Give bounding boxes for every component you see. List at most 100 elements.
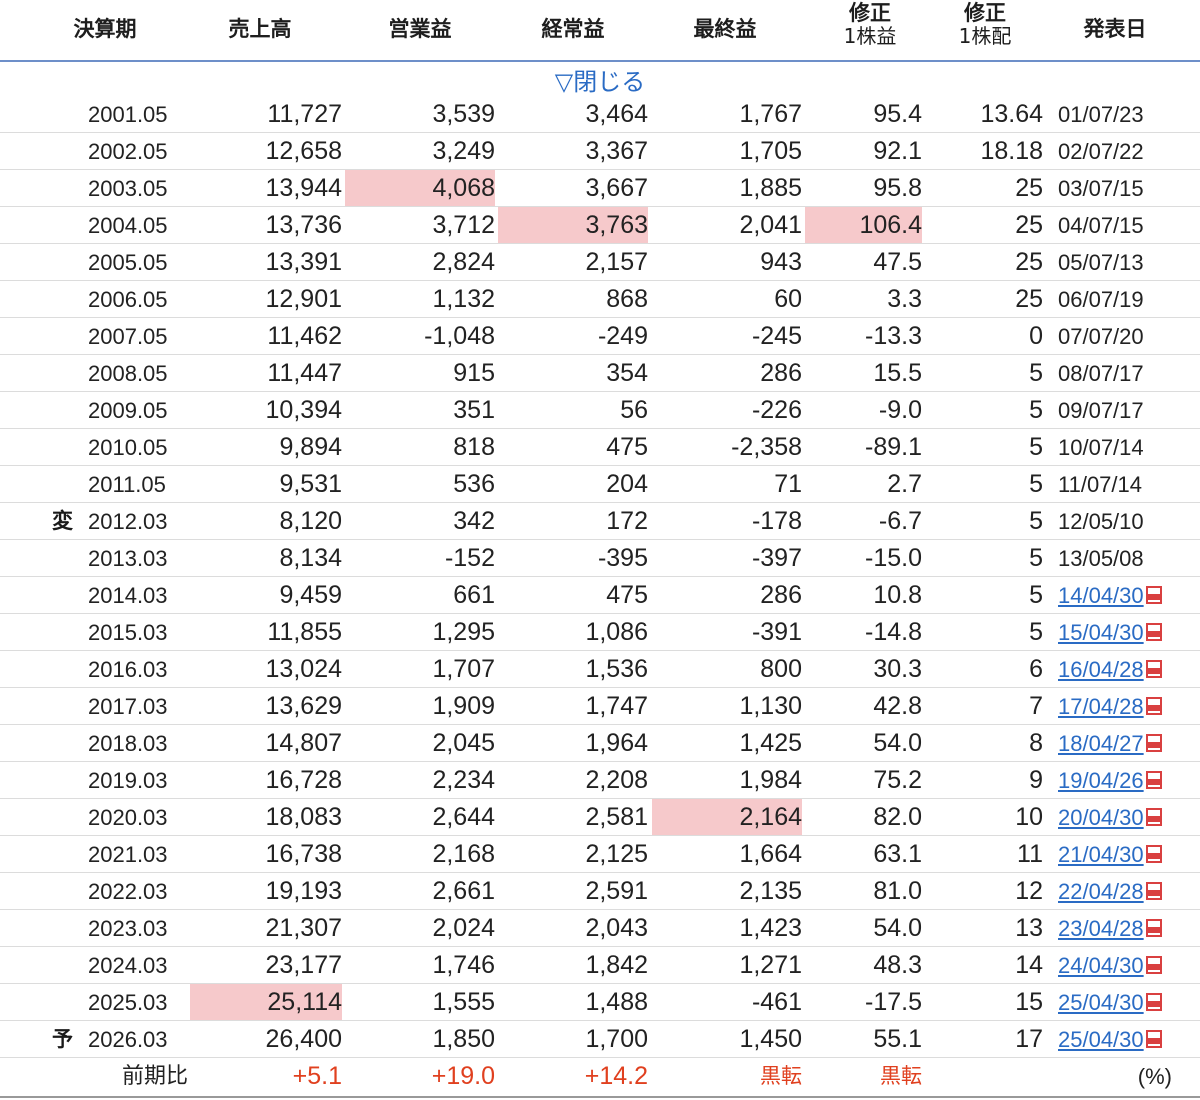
announcement-link[interactable]: 25/04/30 [1058, 1027, 1144, 1052]
pdf-icon[interactable] [1143, 881, 1164, 902]
pdf-icon[interactable] [1143, 807, 1164, 828]
operating-cell: -152 [444, 544, 495, 572]
header-period: 決算期 [73, 16, 137, 41]
date-cell[interactable]: 17/04/28 [1058, 688, 1198, 725]
table-row: 2008.05 11,447 915 354 286 15.5 5 08/07/17 [0, 355, 1200, 392]
date-cell[interactable]: 20/04/30 [1058, 799, 1198, 836]
sales-cell: 13,736 [265, 211, 342, 239]
announcement-link[interactable]: 15/04/30 [1058, 620, 1144, 645]
announcement-link[interactable]: 17/04/28 [1058, 694, 1144, 719]
pdf-icon[interactable] [1143, 733, 1164, 754]
period-cell: 2006.05 [88, 287, 168, 312]
announcement-link[interactable]: 25/04/30 [1058, 990, 1144, 1015]
announcement-link[interactable]: 23/04/28 [1058, 916, 1144, 941]
date-cell[interactable]: 18/04/27 [1058, 725, 1198, 762]
announcement-link[interactable]: 19/04/26 [1058, 768, 1144, 793]
period-cell: 2019.03 [88, 768, 168, 793]
announcement-link[interactable]: 22/04/28 [1058, 879, 1144, 904]
date-cell[interactable]: 15/04/30 [1058, 614, 1198, 651]
operating-cell: 3,712 [432, 211, 495, 239]
announcement-link[interactable]: 24/04/30 [1058, 953, 1144, 978]
announcement-date: 13/05/08 [1058, 546, 1144, 571]
operating-cell: 1,746 [432, 951, 495, 979]
sales-cell: 9,459 [279, 581, 342, 609]
pdf-icon[interactable] [1143, 622, 1164, 643]
table-row: 2007.05 11,462 -1,048 -249 -245 -13.3 0 07/07/2… [0, 318, 1200, 355]
period-cell: 2008.05 [88, 361, 168, 386]
date-cell[interactable]: 22/04/28 [1058, 873, 1198, 910]
operating-cell: 3,249 [432, 137, 495, 165]
div-cell: 12 [1015, 877, 1043, 905]
period-cell: 2024.03 [88, 953, 168, 978]
operating-cell: 661 [453, 581, 495, 609]
announcement-date: 09/07/17 [1058, 398, 1144, 423]
announcement-link[interactable]: 20/04/30 [1058, 805, 1144, 830]
operating-cell: 342 [453, 507, 495, 535]
operating-cell: 351 [453, 396, 495, 424]
pdf-icon[interactable] [1143, 844, 1164, 865]
sales-cell: 21,307 [265, 914, 342, 942]
sales-cell: 9,894 [279, 433, 342, 461]
announcement-date: 10/07/14 [1058, 435, 1144, 460]
period-cell: 2023.03 [88, 916, 168, 941]
pdf-icon[interactable] [1143, 659, 1164, 680]
date-cell[interactable]: 25/04/30 [1058, 984, 1198, 1021]
pdf-icon[interactable] [1143, 992, 1164, 1013]
table-row: 2025.03 25,114 1,555 1,488 -461 -17.5 15 25/04/… [0, 984, 1200, 1021]
div-cell: 10 [1015, 803, 1043, 831]
ordinary-cell: 2,157 [585, 248, 648, 276]
table-row: 2021.03 16,738 2,168 2,125 1,664 63.1 11 21/04/… [0, 836, 1200, 873]
header-sales: 売上高 [228, 16, 292, 41]
date-cell[interactable]: 25/04/30 [1058, 1021, 1198, 1058]
date-cell[interactable]: 21/04/30 [1058, 836, 1198, 873]
announcement-date: 02/07/22 [1058, 139, 1144, 164]
date-cell[interactable]: 23/04/28 [1058, 910, 1198, 947]
period-cell: 2010.05 [88, 435, 168, 460]
table-row: 2006.05 12,901 1,132 868 60 3.3 25 06/07/19 [0, 281, 1200, 318]
period-cell: 2021.03 [88, 842, 168, 867]
announcement-link[interactable]: 21/04/30 [1058, 842, 1144, 867]
div-cell: 8 [1029, 729, 1043, 757]
table-row: 2001.05 11,727 3,539 3,464 1,767 95.4 13.64 01/… [0, 96, 1200, 133]
date-cell: 12/05/10 [1058, 503, 1198, 540]
pdf-icon[interactable] [1143, 770, 1164, 791]
table-row: 2022.03 19,193 2,661 2,591 2,135 81.0 12 22/04/… [0, 873, 1200, 910]
date-cell[interactable]: 19/04/26 [1058, 762, 1198, 799]
sales-cell: 18,083 [265, 803, 342, 831]
operating-cell: 1,295 [432, 618, 495, 646]
announcement-link[interactable]: 16/04/28 [1058, 657, 1144, 682]
period-cell: 2002.05 [88, 139, 168, 164]
operating-cell: 1,132 [432, 285, 495, 313]
collapse-toggle[interactable]: ▽閉じる [0, 62, 1200, 96]
sales-cell: 11,855 [267, 618, 342, 646]
announcement-date: 03/07/15 [1058, 176, 1144, 201]
date-cell[interactable]: 14/04/30 [1058, 577, 1198, 614]
pdf-icon[interactable] [1143, 585, 1164, 606]
table-header: 決算期 売上高 営業益 経常益 最終益 修正 1株益 修正 1株配 発表日 [0, 0, 1200, 60]
date-cell[interactable]: 16/04/28 [1058, 651, 1198, 688]
announcement-link[interactable]: 14/04/30 [1058, 583, 1144, 608]
table-row: 2017.03 13,629 1,909 1,747 1,130 42.8 7 17/04/2… [0, 688, 1200, 725]
period-cell: 2012.03 [88, 509, 168, 534]
announcement-link[interactable]: 18/04/27 [1058, 731, 1144, 756]
date-cell: 03/07/15 [1058, 170, 1198, 207]
ordinary-cell: 204 [606, 470, 648, 498]
div-cell: 5 [1029, 618, 1043, 646]
ordinary-cell: 3,367 [585, 137, 648, 165]
sales-cell: 14,807 [265, 729, 342, 757]
pdf-icon[interactable] [1143, 955, 1164, 976]
pdf-icon[interactable] [1143, 918, 1164, 939]
date-cell[interactable]: 24/04/30 [1058, 947, 1198, 984]
yoy-ordinary: +14.2 [584, 1062, 648, 1090]
div-cell: 5 [1029, 359, 1043, 387]
sales-cell: 9,531 [279, 470, 342, 498]
date-cell: 07/07/20 [1058, 318, 1198, 355]
period-cell: 2018.03 [88, 731, 168, 756]
pdf-icon[interactable] [1143, 696, 1164, 717]
announcement-date: 08/07/17 [1058, 361, 1144, 386]
pdf-icon[interactable] [1143, 1029, 1164, 1050]
div-cell: 9 [1029, 766, 1043, 794]
ordinary-cell: 1,842 [585, 951, 648, 979]
div-cell: 14 [1015, 951, 1043, 979]
ordinary-cell: 1,086 [585, 618, 648, 646]
